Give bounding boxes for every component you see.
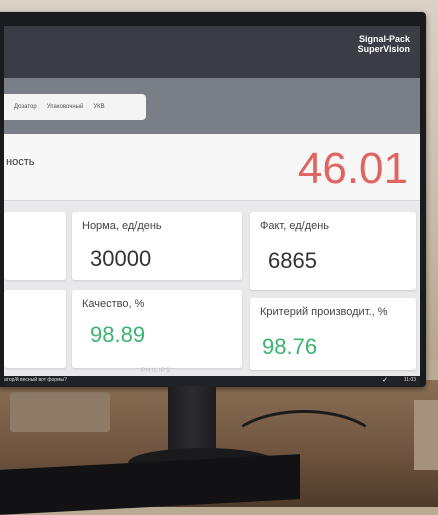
monitor-logo: PHILIPS [140, 368, 171, 374]
main-metric-panel: ность 46.01 [4, 134, 420, 201]
card-norm-value: 30000 [90, 246, 152, 271]
tab-ukv[interactable]: УКВ [93, 104, 104, 110]
main-metric-label: ность [6, 156, 35, 168]
tab-packing[interactable]: Упаковочный [47, 104, 84, 110]
monitor-stand [168, 386, 216, 456]
brand-line-2: SuperVision [357, 44, 410, 54]
card-fact-value: 6865 [268, 248, 317, 273]
tab-dozator[interactable]: Дозатор [14, 104, 37, 110]
monitor: Signal-Pack SuperVision Дозатор Упаковоч… [0, 12, 426, 387]
card-norm-label: Норма, ед/день [82, 220, 162, 232]
card-norm: Норма, ед/день 30000 [72, 212, 242, 280]
app-header: Signal-Pack SuperVision [4, 26, 420, 78]
desk-box-right [414, 400, 438, 470]
check-icon[interactable]: ✓ [382, 376, 388, 384]
card-quality: Качество, % 98.89 [72, 290, 242, 368]
tab-group: Дозатор Упаковочный УКВ [4, 94, 146, 120]
card-quality-value: 98.89 [90, 322, 146, 347]
card-partial-top [4, 212, 66, 280]
card-criterion-value: 98.76 [262, 334, 318, 359]
main-metric-value: 46.01 [297, 144, 408, 193]
card-fact: Факт, ед/день 6865 [250, 212, 416, 290]
card-criterion-label: Критерий производит., % [260, 306, 388, 318]
tab-bar: Дозатор Упаковочный УКВ [4, 78, 420, 134]
taskbar: атор/й весный вот формы? ✓ 11:03 [4, 376, 420, 386]
card-partial-bottom [4, 290, 66, 368]
taskbar-clock: 11:03 [403, 377, 416, 383]
brand-logo: Signal-Pack SuperVision [358, 34, 410, 54]
card-fact-label: Факт, ед/день [260, 220, 330, 232]
card-quality-label: Качество, % [82, 298, 145, 310]
taskbar-text: атор/й весный вот формы? [4, 377, 67, 383]
screen: Signal-Pack SuperVision Дозатор Упаковоч… [4, 26, 420, 376]
desk-box [10, 392, 110, 432]
card-criterion: Критерий производит., % 98.76 [250, 298, 416, 370]
brand-line-1: Signal-Pack [358, 34, 410, 44]
